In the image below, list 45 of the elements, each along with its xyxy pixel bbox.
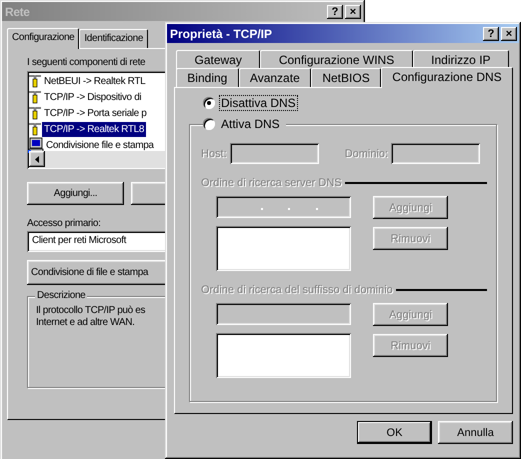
- radio-label[interactable]: Disattiva DNS: [219, 95, 298, 111]
- list-item[interactable]: Condivisione file e stampa: [44, 138, 156, 152]
- left-arrow-icon: [35, 156, 39, 162]
- list-item[interactable]: TCP/IP -> Porta seriale p: [42, 106, 149, 120]
- components-label: I seguenti componenti di rete: [27, 57, 146, 68]
- list-item[interactable]: TCP/IP -> Dispositivo di: [42, 90, 144, 104]
- host-field[interactable]: [230, 143, 319, 164]
- primary-access-label: Accesso primario:: [27, 218, 101, 229]
- tab[interactable]: Configurazione WINS: [260, 50, 413, 69]
- list-item[interactable]: NetBEUI -> Realtek RTL: [42, 74, 148, 88]
- close-button[interactable]: ×: [501, 26, 517, 40]
- description-text: Internet e ad altre WAN.: [36, 317, 136, 329]
- domain-label: Dominio:: [344, 148, 388, 160]
- radio-button[interactable]: [203, 97, 215, 109]
- list-box[interactable]: [216, 333, 351, 378]
- suffix-field[interactable]: [216, 303, 351, 325]
- tab[interactable]: NetBIOS: [311, 68, 381, 87]
- scroll-left-button[interactable]: [29, 151, 45, 167]
- section-title: Ordine di ricerca server DNS: [201, 177, 342, 189]
- window-title: Proprietà - TCP/IP: [170, 26, 272, 40]
- window-title: Rete: [5, 4, 30, 18]
- radio-button[interactable]: [203, 118, 215, 130]
- section-title: Ordine di ricerca del suffisso di dominio: [201, 284, 393, 296]
- network-plug-icon: [28, 74, 42, 88]
- tab[interactable]: Configurazione: [7, 28, 80, 49]
- radio-label[interactable]: Attiva DNS: [219, 116, 282, 132]
- tab[interactable]: Configurazione DNS: [381, 67, 513, 88]
- list-box[interactable]: [216, 226, 351, 271]
- network-plug-icon: [28, 122, 42, 136]
- list-item[interactable]: TCP/IP -> Realtek RTL8: [42, 122, 146, 136]
- cancel-button[interactable]: Annulla: [438, 421, 513, 444]
- ip-address-field[interactable]: [216, 196, 351, 218]
- host-label: Host:: [201, 148, 227, 160]
- network-plug-icon: [28, 90, 42, 104]
- ok-button[interactable]: OK: [357, 421, 432, 444]
- group-title: Descrizione: [35, 290, 88, 301]
- tab[interactable]: Avanzate: [238, 68, 312, 87]
- tab[interactable]: Binding: [176, 68, 239, 87]
- add-button[interactable]: Aggiungi...: [27, 182, 124, 205]
- tab[interactable]: Identificazione: [79, 29, 148, 48]
- network-plug-icon: [28, 106, 42, 120]
- description-text: Il protocollo TCP/IP può es: [36, 305, 146, 317]
- domain-field[interactable]: [391, 143, 480, 164]
- help-button[interactable]: ?: [483, 26, 499, 40]
- tab[interactable]: Gateway: [176, 50, 260, 69]
